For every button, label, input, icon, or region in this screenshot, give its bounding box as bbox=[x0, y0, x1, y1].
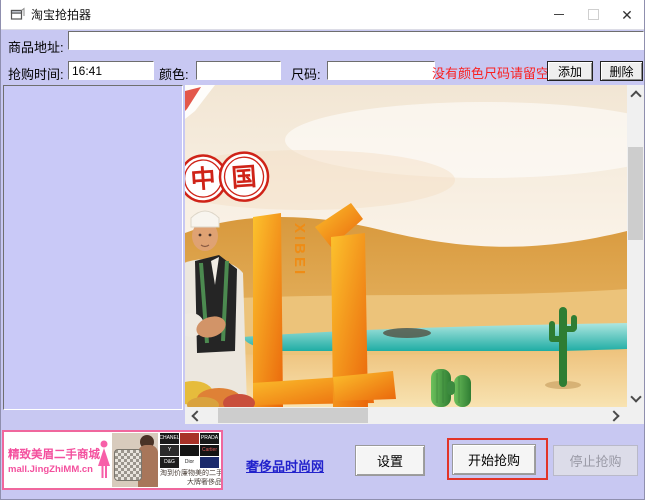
settings-button[interactable]: 设置 bbox=[355, 445, 425, 476]
woman-silhouette-icon bbox=[97, 440, 111, 480]
minimize-icon bbox=[554, 14, 564, 15]
ad-photo-bag bbox=[114, 449, 142, 481]
horizontal-scroll-thumb[interactable] bbox=[218, 408, 368, 423]
brand-logo: PRADA bbox=[200, 433, 219, 444]
chevron-right-icon bbox=[608, 410, 619, 421]
size-label: 尺码: bbox=[291, 64, 321, 83]
brand-logo: Dior bbox=[180, 457, 199, 468]
brand-logo-grid: CHANEL PRADA Y Cartier D&G Dior bbox=[160, 433, 222, 468]
brand-logo: Y bbox=[160, 445, 179, 456]
chevron-down-icon bbox=[630, 391, 641, 402]
scroll-up-button[interactable] bbox=[627, 85, 644, 103]
brand-logo bbox=[180, 433, 199, 444]
minimize-button[interactable] bbox=[542, 0, 576, 29]
window-title: 淘宝抢拍器 bbox=[31, 6, 91, 23]
svg-text:国: 国 bbox=[231, 163, 258, 193]
product-url-input[interactable] bbox=[68, 31, 644, 50]
brand-logo: Cartier bbox=[200, 445, 219, 456]
close-button[interactable]: ✕ bbox=[610, 0, 644, 29]
scroll-down-button[interactable] bbox=[627, 389, 644, 407]
ad-banner[interactable]: 精致美眉二手商城 mall.JingZhiMM.cn CHANEL PRADA … bbox=[2, 430, 223, 490]
ad-brand-block: CHANEL PRADA Y Cartier D&G Dior 淘到价廉物美的二… bbox=[160, 433, 222, 488]
leave-blank-hint: 没有颜色尺码请留空 bbox=[432, 63, 549, 82]
item-list[interactable] bbox=[3, 85, 183, 410]
scroll-right-button[interactable] bbox=[605, 407, 625, 424]
ad-url: mall.JingZhiMM.cn bbox=[8, 464, 96, 475]
svg-text:中: 中 bbox=[190, 165, 217, 195]
color-input[interactable] bbox=[196, 61, 281, 80]
ad-photo bbox=[112, 433, 158, 487]
scroll-left-button[interactable] bbox=[185, 407, 205, 424]
desert-scene-graphic: 中 国 XIBEI bbox=[185, 85, 627, 407]
scrollbar-corner bbox=[627, 407, 644, 424]
grab-time-label: 抢购时间: bbox=[8, 64, 64, 83]
start-button-highlight: 开始抢购 bbox=[447, 438, 548, 480]
brand-logo bbox=[180, 445, 199, 456]
start-grab-button[interactable]: 开始抢购 bbox=[452, 444, 536, 475]
brand-logo: D&G bbox=[160, 457, 179, 468]
ad-caption-1: 淘到价廉物美的二手 bbox=[160, 470, 222, 479]
product-url-label: 商品地址: bbox=[8, 37, 64, 56]
ad-title: 精致美眉二手商城 bbox=[8, 446, 96, 462]
chevron-up-icon bbox=[630, 90, 641, 101]
chevron-left-icon bbox=[191, 410, 202, 421]
brand-logo: CHANEL bbox=[160, 433, 179, 444]
luxury-site-link[interactable]: 奢侈品时尚网 bbox=[246, 456, 324, 475]
close-icon: ✕ bbox=[621, 8, 633, 22]
ad-text-block: 精致美眉二手商城 mall.JingZhiMM.cn bbox=[4, 446, 96, 475]
xibei-label: XIBEI bbox=[291, 223, 308, 277]
grab-time-input[interactable] bbox=[68, 61, 154, 80]
add-button[interactable]: 添加 bbox=[547, 61, 593, 81]
size-input[interactable] bbox=[327, 61, 435, 80]
maximize-icon bbox=[588, 9, 599, 20]
maximize-button[interactable] bbox=[576, 0, 610, 29]
stop-grab-button[interactable]: 停止抢购 bbox=[553, 445, 638, 476]
vertical-scroll-thumb[interactable] bbox=[628, 147, 643, 240]
product-image-preview: 中 国 XIBEI bbox=[185, 85, 627, 407]
horizontal-scrollbar[interactable] bbox=[185, 407, 627, 424]
brand-logo bbox=[200, 457, 219, 468]
app-window: 淘宝抢拍器 ✕ 商品地址: 抢购时间: 颜色: 尺码: 没有颜色尺码请留空 添加… bbox=[0, 0, 645, 500]
window-controls: ✕ bbox=[542, 0, 644, 29]
color-label: 颜色: bbox=[159, 64, 189, 83]
app-icon bbox=[9, 7, 25, 23]
title-bar: 淘宝抢拍器 ✕ bbox=[1, 0, 644, 30]
delete-button[interactable]: 删除 bbox=[600, 61, 643, 81]
vertical-scrollbar[interactable] bbox=[627, 85, 644, 407]
ad-caption-2: 大牌奢侈品 bbox=[160, 479, 222, 488]
